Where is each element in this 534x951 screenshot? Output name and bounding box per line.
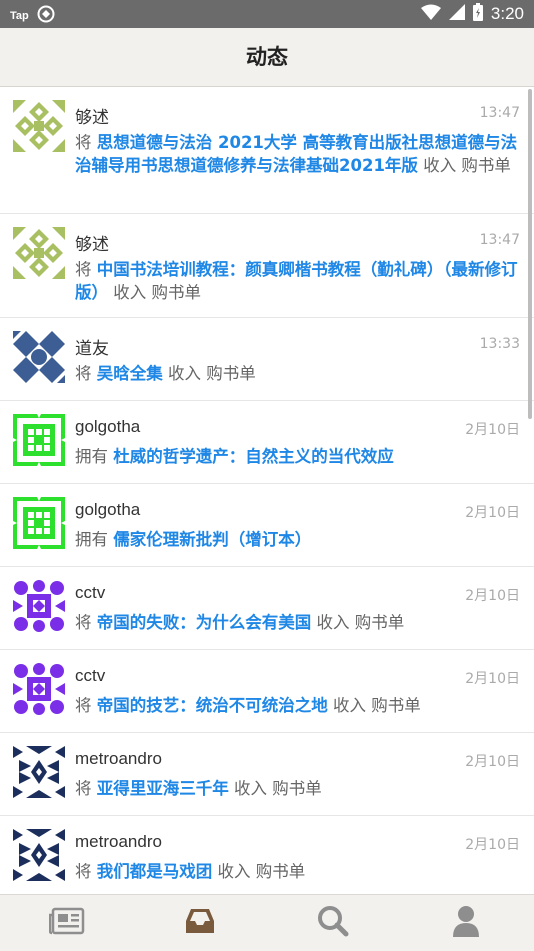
- activity-text: 将 中国书法培训教程：颜真卿楷书教程（勤礼碑）（最新修订版） 收入 购书单: [75, 258, 518, 304]
- activity-verb: 将: [75, 260, 92, 279]
- user-name[interactable]: 够述: [75, 230, 109, 255]
- feed-item[interactable]: metroandro 2月10日将 亚得里亚海三千年 收入 购书单: [0, 733, 534, 816]
- activity-suffix: 收入 购书单: [316, 613, 405, 632]
- book-title-link[interactable]: 吴晗全集: [97, 364, 163, 383]
- avatar[interactable]: [13, 414, 65, 466]
- activity-text: 将 我们都是马戏团 收入 购书单: [75, 860, 518, 883]
- user-name[interactable]: golgotha: [75, 500, 140, 520]
- feed-item[interactable]: cctv 2月10日将 帝国的失败：为什么会有美国 收入 购书单: [0, 567, 534, 650]
- avatar[interactable]: [13, 100, 65, 152]
- feed-item[interactable]: cctv 2月10日将 帝国的技艺：统治不可统治之地 收入 购书单: [0, 650, 534, 733]
- timestamp: 13:33: [479, 336, 520, 352]
- activity-text: 将 思想道德与法治 2021大学 高等教育出版社思想道德与法治辅导用书思想道德修…: [75, 131, 518, 177]
- timestamp: 2月10日: [465, 671, 520, 687]
- signal-icon: [448, 4, 465, 24]
- activity-suffix: 收入 购书单: [168, 364, 256, 383]
- avatar[interactable]: [13, 580, 65, 632]
- activity-text: 将 亚得里亚海三千年 收入 购书单: [75, 777, 518, 800]
- user-icon: [452, 905, 480, 941]
- avatar[interactable]: [13, 227, 65, 279]
- timestamp: 2月10日: [465, 754, 520, 770]
- activity-text: 拥有 儒家伦理新批判（增订本）: [75, 528, 518, 551]
- activity-verb: 将: [75, 696, 92, 715]
- activity-verb: 将: [75, 862, 92, 881]
- status-app-label: Tap: [10, 10, 29, 22]
- activity-text: 将 帝国的失败：为什么会有美国 收入 购书单: [75, 611, 518, 634]
- tab-inbox[interactable]: [133, 895, 266, 951]
- activity-text: 拥有 杜威的哲学遗产：自然主义的当代效应: [75, 445, 518, 468]
- newspaper-icon: [48, 907, 85, 939]
- user-name[interactable]: cctv: [75, 666, 105, 686]
- activity-text: 将 帝国的技艺：统治不可统治之地 收入 购书单: [75, 694, 518, 717]
- timestamp: 2月10日: [465, 588, 520, 604]
- avatar[interactable]: [13, 663, 65, 715]
- feed-item[interactable]: metroandro 2月10日将 我们都是马戏团 收入 购书单: [0, 816, 534, 894]
- activity-suffix: 收入 购书单: [423, 156, 511, 175]
- activity-verb: 拥有: [75, 530, 108, 549]
- timestamp: 13:47: [479, 232, 520, 248]
- search-icon: [317, 905, 349, 941]
- book-title-link[interactable]: 亚得里亚海三千年: [97, 779, 229, 798]
- book-title-link[interactable]: 我们都是马戏团: [97, 862, 213, 881]
- user-name[interactable]: 道友: [75, 334, 109, 359]
- avatar[interactable]: [13, 497, 65, 549]
- user-name[interactable]: metroandro: [75, 832, 162, 852]
- avatar[interactable]: [13, 331, 65, 383]
- scrollbar[interactable]: [528, 89, 532, 419]
- page-title: 动态: [246, 45, 288, 69]
- book-title-link[interactable]: 帝国的失败：为什么会有美国: [97, 613, 312, 632]
- activity-suffix: 收入 购书单: [113, 283, 201, 302]
- timestamp: 13:47: [479, 105, 520, 121]
- book-title-link[interactable]: 帝国的技艺：统治不可统治之地: [97, 696, 328, 715]
- activity-suffix: 收入 购书单: [333, 696, 421, 715]
- tab-search[interactable]: [266, 895, 399, 951]
- timestamp: 2月10日: [465, 505, 520, 521]
- activity-feed[interactable]: 够述 13:47 将 思想道德与法治 2021大学 高等教育出版社思想道德与法治辅导…: [0, 87, 534, 894]
- timestamp: 2月10日: [465, 422, 520, 438]
- user-name[interactable]: metroandro: [75, 749, 162, 769]
- book-title-link[interactable]: 儒家伦理新批判（增订本）: [113, 530, 311, 549]
- status-time: 3:20: [490, 4, 524, 23]
- inbox-icon: [184, 907, 216, 939]
- status-bar: Tap 3:20: [0, 0, 534, 28]
- user-name[interactable]: cctv: [75, 583, 105, 603]
- feed-item[interactable]: golgotha 2月10日拥有 杜威的哲学遗产：自然主义的当代效应: [0, 401, 534, 484]
- user-name[interactable]: 够述: [75, 103, 109, 128]
- avatar[interactable]: [13, 829, 65, 881]
- activity-suffix: 收入 购书单: [234, 779, 322, 798]
- title-bar: 动态: [0, 28, 534, 87]
- timestamp: 2月10日: [465, 837, 520, 853]
- wifi-icon: [420, 4, 441, 24]
- activity-verb: 将: [75, 613, 92, 632]
- user-name[interactable]: golgotha: [75, 417, 140, 437]
- activity-verb: 将: [75, 364, 92, 383]
- activity-verb: 将: [75, 133, 92, 152]
- feed-item[interactable]: 够述 13:47 将 思想道德与法治 2021大学 高等教育出版社思想道德与法治辅导…: [0, 87, 534, 214]
- tab-news[interactable]: [0, 895, 133, 951]
- feed-item[interactable]: golgotha 2月10日拥有 儒家伦理新批判（增订本）: [0, 484, 534, 567]
- app-notification-icon: [37, 5, 55, 27]
- feed-item[interactable]: 够述 13:47 将 中国书法培训教程：颜真卿楷书教程（勤礼碑）（最新修订版） 收入…: [0, 214, 534, 318]
- avatar[interactable]: [13, 746, 65, 798]
- battery-icon: [472, 3, 483, 25]
- tab-profile[interactable]: [399, 895, 532, 951]
- activity-text: 将 吴晗全集 收入 购书单: [75, 362, 518, 385]
- activity-verb: 将: [75, 779, 92, 798]
- book-title-link[interactable]: 杜威的哲学遗产：自然主义的当代效应: [113, 447, 394, 466]
- activity-suffix: 收入 购书单: [217, 862, 306, 881]
- activity-verb: 拥有: [75, 447, 108, 466]
- feed-item[interactable]: 道友 13:33 将 吴晗全集 收入 购书单: [0, 318, 534, 401]
- bottom-tab-bar: [0, 894, 534, 951]
